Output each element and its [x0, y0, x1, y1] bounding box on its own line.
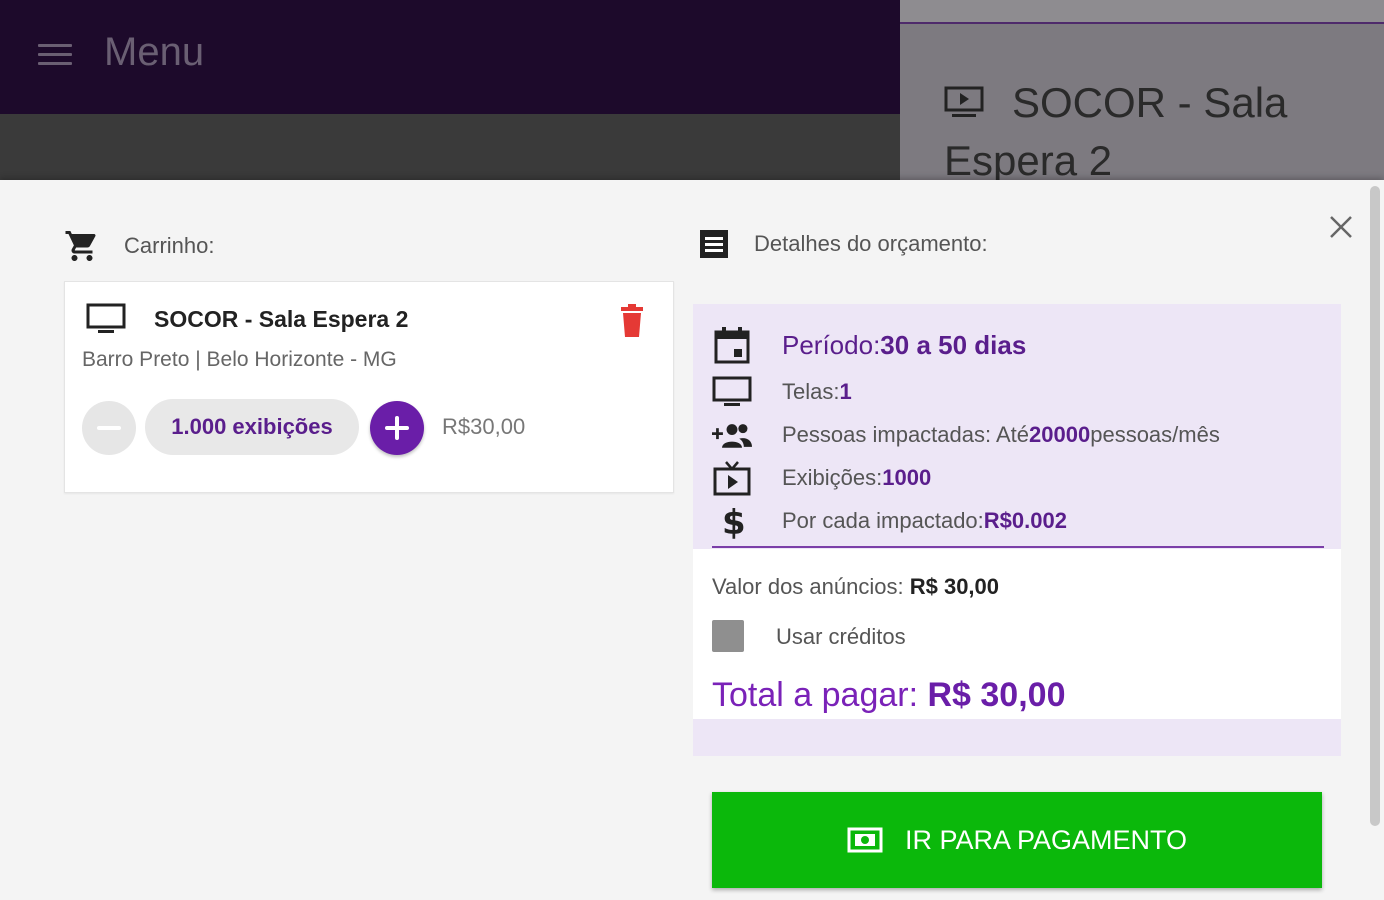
- quantity-display[interactable]: 1.000 exibições: [145, 399, 359, 455]
- menu-label[interactable]: Menu: [104, 30, 204, 75]
- increase-button[interactable]: [370, 401, 424, 455]
- receipt-list-icon: [700, 230, 728, 258]
- exhibitions-value: 1000: [882, 464, 932, 490]
- background-title-text: SOCOR - Sala Espera 2: [944, 79, 1288, 184]
- cart-item-title-text: SOCOR - Sala Espera 2: [154, 305, 409, 332]
- budget-details-list: Período: 30 a 50 dias Telas: 1 Pessoas i…: [712, 320, 1324, 542]
- delete-icon[interactable]: [620, 304, 644, 338]
- details-heading: Detalhes do orçamento:: [698, 228, 988, 260]
- background-side-panel-header: [900, 0, 1384, 24]
- period-row: Período: 30 a 50 dias: [712, 320, 1324, 370]
- go-to-payment-button[interactable]: IR PARA PAGAMENTO: [712, 792, 1322, 888]
- calendar-icon: [714, 327, 750, 364]
- ads-value: Valor dos anúncios: R$ 30,00: [712, 574, 999, 600]
- svg-text:$: $: [722, 503, 746, 539]
- close-icon[interactable]: [1326, 212, 1356, 242]
- scrollbar[interactable]: [1370, 186, 1380, 826]
- total-amount: R$ 30,00: [927, 676, 1066, 714]
- background-side-panel-title: SOCOR - Sala Espera 2: [944, 74, 1364, 190]
- cart-item-price: R$30,00: [442, 414, 526, 439]
- cost-per-impact-label: Por cada impactado:: [782, 507, 984, 533]
- screens-row: Telas: 1: [712, 370, 1324, 413]
- cart-item-title: SOCOR - Sala Espera 2: [86, 302, 408, 336]
- people-suffix: pessoas/mês: [1090, 421, 1220, 447]
- add-people-icon: [712, 423, 752, 448]
- screen-play-icon: [944, 86, 984, 117]
- monitor-icon: [86, 303, 126, 333]
- use-credits-checkbox[interactable]: [712, 620, 744, 652]
- exhibitions-label: Exibições:: [782, 464, 883, 490]
- go-to-payment-label: IR PARA PAGAMENTO: [904, 824, 1188, 855]
- cart-heading: Carrinho:: [64, 228, 214, 264]
- people-label: Pessoas impactadas: Até: [782, 421, 1030, 447]
- screens-label: Telas:: [782, 378, 840, 404]
- total-label: Total a pagar:: [712, 676, 928, 714]
- decrease-button[interactable]: [82, 401, 136, 455]
- exhibitions-row: Exibições: 1000: [712, 456, 1324, 499]
- period-label: Período:: [782, 329, 881, 360]
- details-divider: [712, 546, 1324, 548]
- payment-cash-icon: [847, 827, 883, 853]
- background-search-bar: [0, 114, 900, 184]
- total-to-pay: Total a pagar: R$ 30,00: [712, 676, 1065, 715]
- dollar-icon: $: [722, 503, 746, 539]
- monitor-icon: [712, 376, 752, 406]
- cost-per-impact-value: R$0.002: [983, 507, 1067, 533]
- use-credits-label[interactable]: Usar créditos: [776, 624, 906, 650]
- people-row: Pessoas impactadas: Até 20000 pessoas/mê…: [712, 413, 1324, 456]
- cart-item-location: Barro Preto | Belo Horizonte - MG: [82, 348, 397, 371]
- ads-value-amount: R$ 30,00: [909, 574, 1000, 599]
- menu-icon[interactable]: [38, 44, 72, 68]
- shopping-cart-icon: [65, 231, 96, 261]
- ads-value-label: Valor dos anúncios:: [712, 574, 910, 599]
- people-value: 20000: [1029, 421, 1091, 447]
- tv-play-icon: [713, 460, 751, 495]
- details-heading-label: Detalhes do orçamento:: [754, 231, 988, 256]
- screens-value: 1: [839, 378, 852, 404]
- cart-heading-label: Carrinho:: [124, 233, 215, 258]
- cost-per-impact-row: $ Por cada impactado: R$0.002: [712, 499, 1324, 542]
- period-value: 30 a 50 dias: [880, 329, 1027, 360]
